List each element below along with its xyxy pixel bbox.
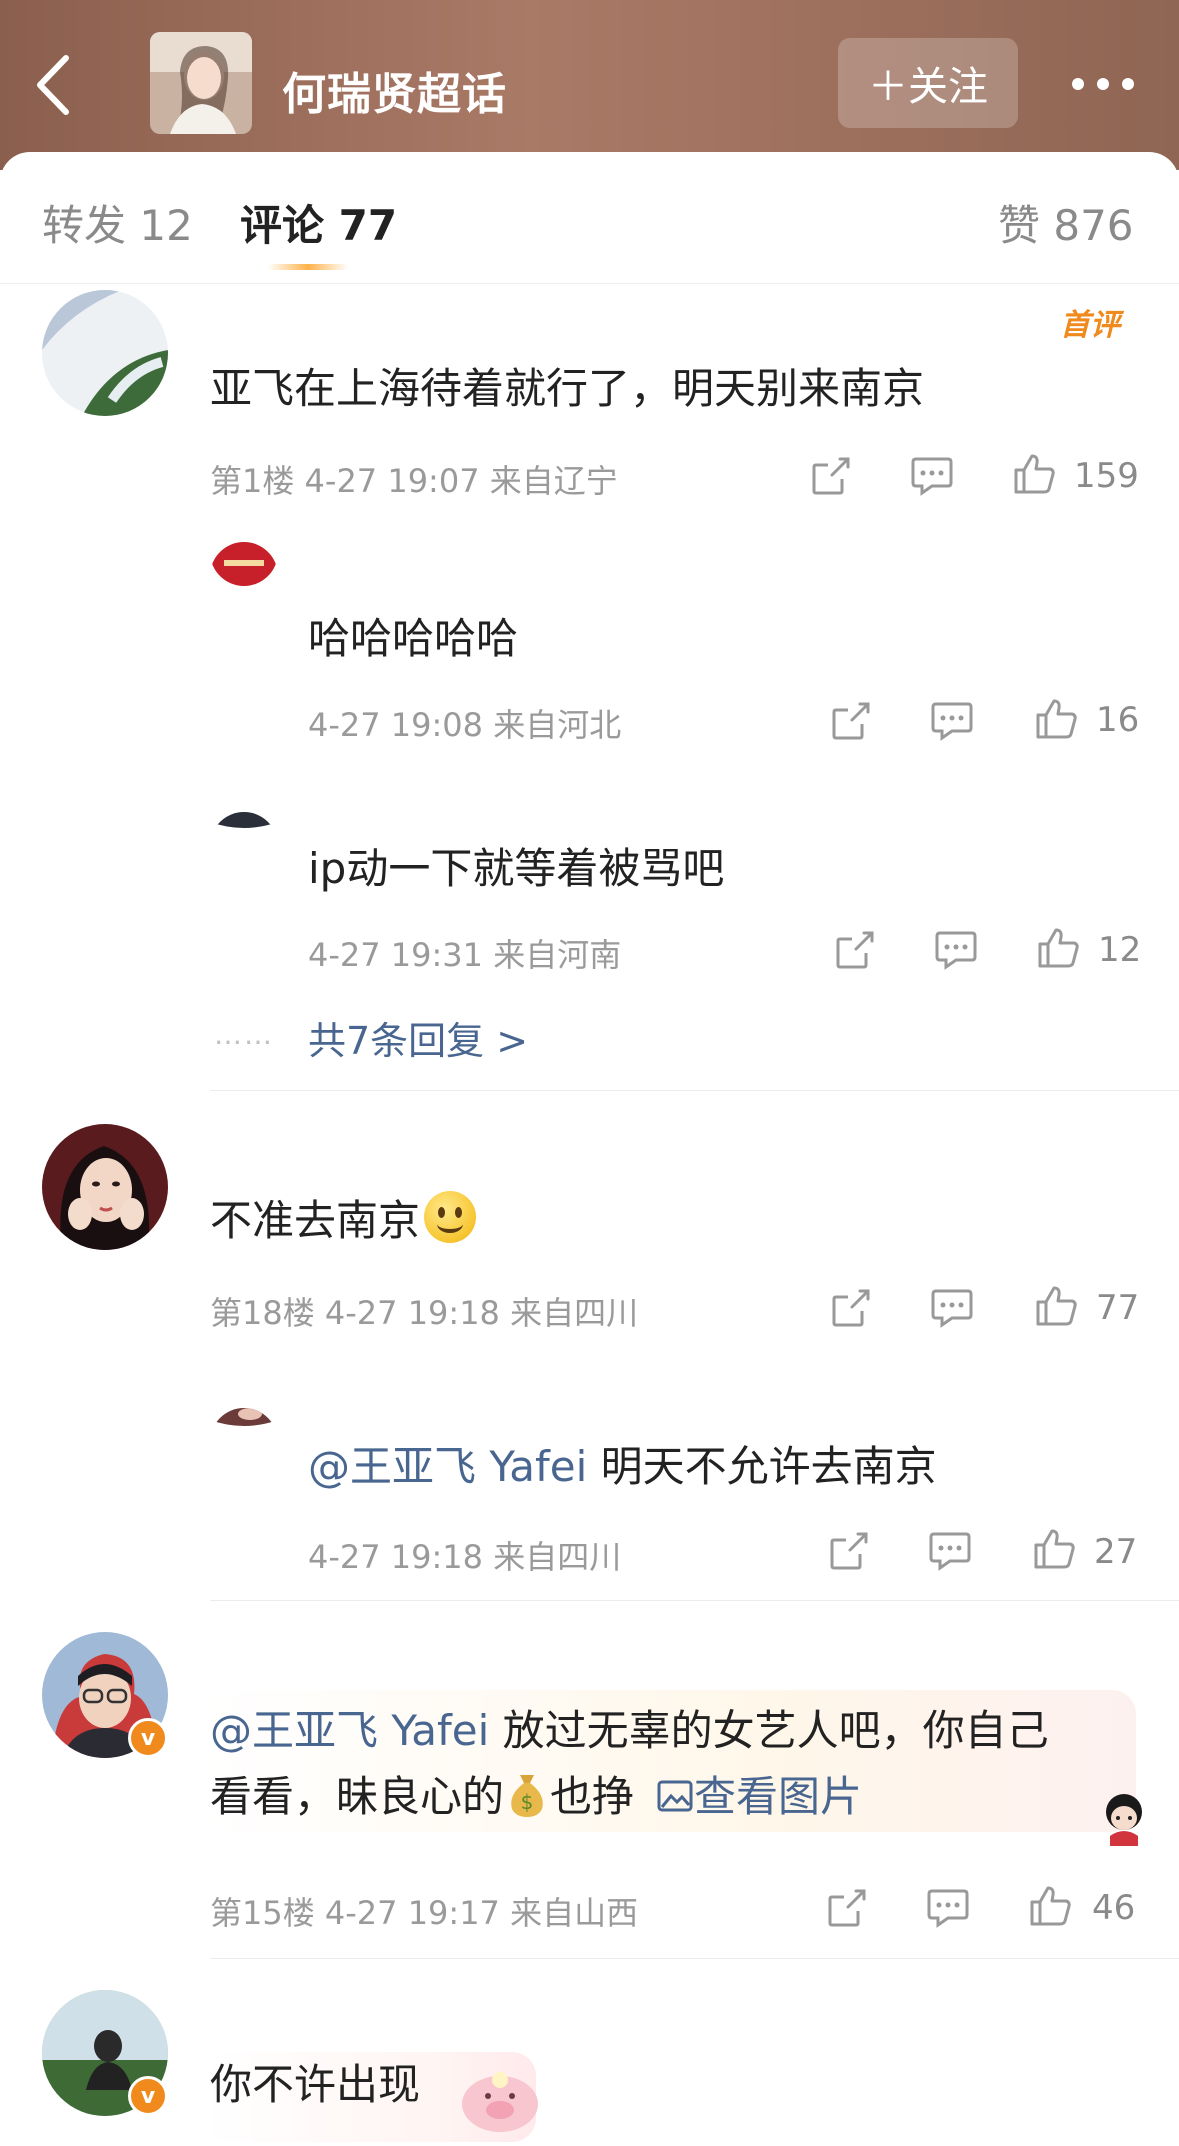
reply-meta: 4-27 19:18 来自四川 [308, 1538, 622, 1576]
like-count: 77 [1096, 1288, 1140, 1328]
reply-icon[interactable] [928, 1527, 972, 1575]
comment-text-line2a: 看看，昧良心的 [210, 1772, 505, 1821]
comment-meta: 第18楼 4-27 19:18 来自四川 [210, 1294, 639, 1332]
share-icon[interactable] [826, 1884, 868, 1932]
like-icon[interactable] [1034, 695, 1078, 743]
divider [210, 1600, 1179, 1601]
like-count: 27 [1094, 1532, 1138, 1572]
view-all-replies-link[interactable]: 共7条回复 > [308, 1010, 528, 1065]
reply-icon[interactable] [934, 926, 978, 974]
comment-meta: 第1楼 4-27 19:07 来自辽宁 [210, 462, 618, 500]
reply-text: @王亚飞 Yafei 明天不允许去南京 [308, 1434, 937, 1500]
reply-avatar[interactable] [210, 812, 278, 880]
more-options-icon[interactable] [1068, 64, 1138, 104]
active-tab-indicator [268, 264, 348, 270]
replies-dots: …… [214, 1018, 274, 1051]
divider [210, 1958, 1179, 1959]
comment-text: @王亚飞 Yafei 放过无辜的女艺人吧，你自己 [210, 1698, 1049, 1764]
comment-sheet: 转发 12 评论 77 赞 876 [0, 152, 1179, 2146]
reply-text: ip动一下就等着被骂吧 [308, 844, 725, 893]
tab-reposts[interactable]: 转发 12 [42, 192, 193, 253]
like-count: 159 [1074, 456, 1139, 496]
decorative-pig-icon [456, 2064, 544, 2134]
share-icon[interactable] [830, 1284, 872, 1332]
comment-text-line2b: 也挣 [550, 1772, 635, 1821]
follow-button[interactable]: ＋关注 [838, 38, 1018, 128]
reply-icon[interactable] [930, 697, 974, 745]
comment-text: 亚飞在上海待着就行了，明天别来南京 [210, 364, 925, 413]
reply-text-body: 明天不允许去南京 [587, 1442, 937, 1491]
decorative-character-icon [1092, 1786, 1156, 1846]
reply-meta: 4-27 19:08 来自河北 [308, 706, 622, 744]
smile-emoji-icon [424, 1191, 477, 1243]
view-image-link[interactable]: 查看图片 [656, 1772, 862, 1821]
reply-icon[interactable] [930, 1284, 974, 1332]
view-image-label[interactable]: 查看图片 [694, 1772, 862, 1821]
like-count: 16 [1096, 700, 1140, 740]
reply-icon[interactable] [910, 452, 954, 500]
share-icon[interactable] [810, 452, 852, 500]
like-icon[interactable] [1032, 1525, 1076, 1573]
avatar[interactable] [42, 1124, 168, 1250]
divider [210, 1090, 1179, 1091]
comment-text-body: 不准去南京 [210, 1196, 421, 1245]
mention-link[interactable]: @王亚飞 Yafei [210, 1706, 489, 1755]
like-count: 12 [1098, 930, 1142, 970]
like-icon[interactable] [1028, 1882, 1072, 1930]
like-icon[interactable] [1012, 450, 1056, 498]
tab-likes[interactable]: 赞 876 [998, 192, 1134, 253]
top-bar: 何瑞贤超话 ＋关注 [0, 0, 1179, 170]
reply-avatar[interactable] [210, 542, 278, 610]
comment-text-line1: 放过无辜的女艺人吧，你自己 [489, 1706, 1049, 1755]
comment-text-second-line: 看看，昧良心的 $ 也挣 查看图片 [210, 1764, 862, 1830]
share-icon[interactable] [830, 697, 872, 745]
reply-avatar[interactable] [210, 1408, 278, 1476]
topic-title: 何瑞贤超话 [282, 69, 507, 120]
like-icon[interactable] [1034, 1282, 1078, 1330]
share-icon[interactable] [834, 926, 876, 974]
comment-meta: 第15楼 4-27 19:17 来自山西 [210, 1894, 639, 1932]
first-comment-badge: 首评 [1060, 308, 1120, 343]
reply-meta: 4-27 19:31 来自河南 [308, 936, 622, 974]
like-icon[interactable] [1036, 924, 1080, 972]
svg-text:$: $ [521, 1790, 534, 1814]
reply-text: 哈哈哈哈哈 [308, 614, 519, 663]
avatar[interactable] [42, 290, 168, 416]
topic-cover-image[interactable] [150, 32, 252, 134]
back-arrow-icon[interactable] [28, 50, 78, 120]
money-bag-emoji-icon: $ [506, 1771, 548, 1819]
share-icon[interactable] [828, 1527, 870, 1575]
mention-link[interactable]: @王亚飞 Yafei [308, 1442, 587, 1491]
reply-icon[interactable] [926, 1884, 970, 1932]
comment-text: 你不许出现 [210, 2060, 421, 2109]
verified-badge-icon: v [128, 2076, 168, 2116]
comment-text: 不准去南京 [210, 1188, 477, 1254]
tab-comments[interactable]: 评论 77 [240, 192, 397, 253]
image-icon [657, 1780, 693, 1812]
tab-bar: 转发 12 评论 77 赞 876 [0, 152, 1179, 284]
like-count: 46 [1092, 1888, 1136, 1928]
verified-badge-icon: v [128, 1718, 168, 1758]
